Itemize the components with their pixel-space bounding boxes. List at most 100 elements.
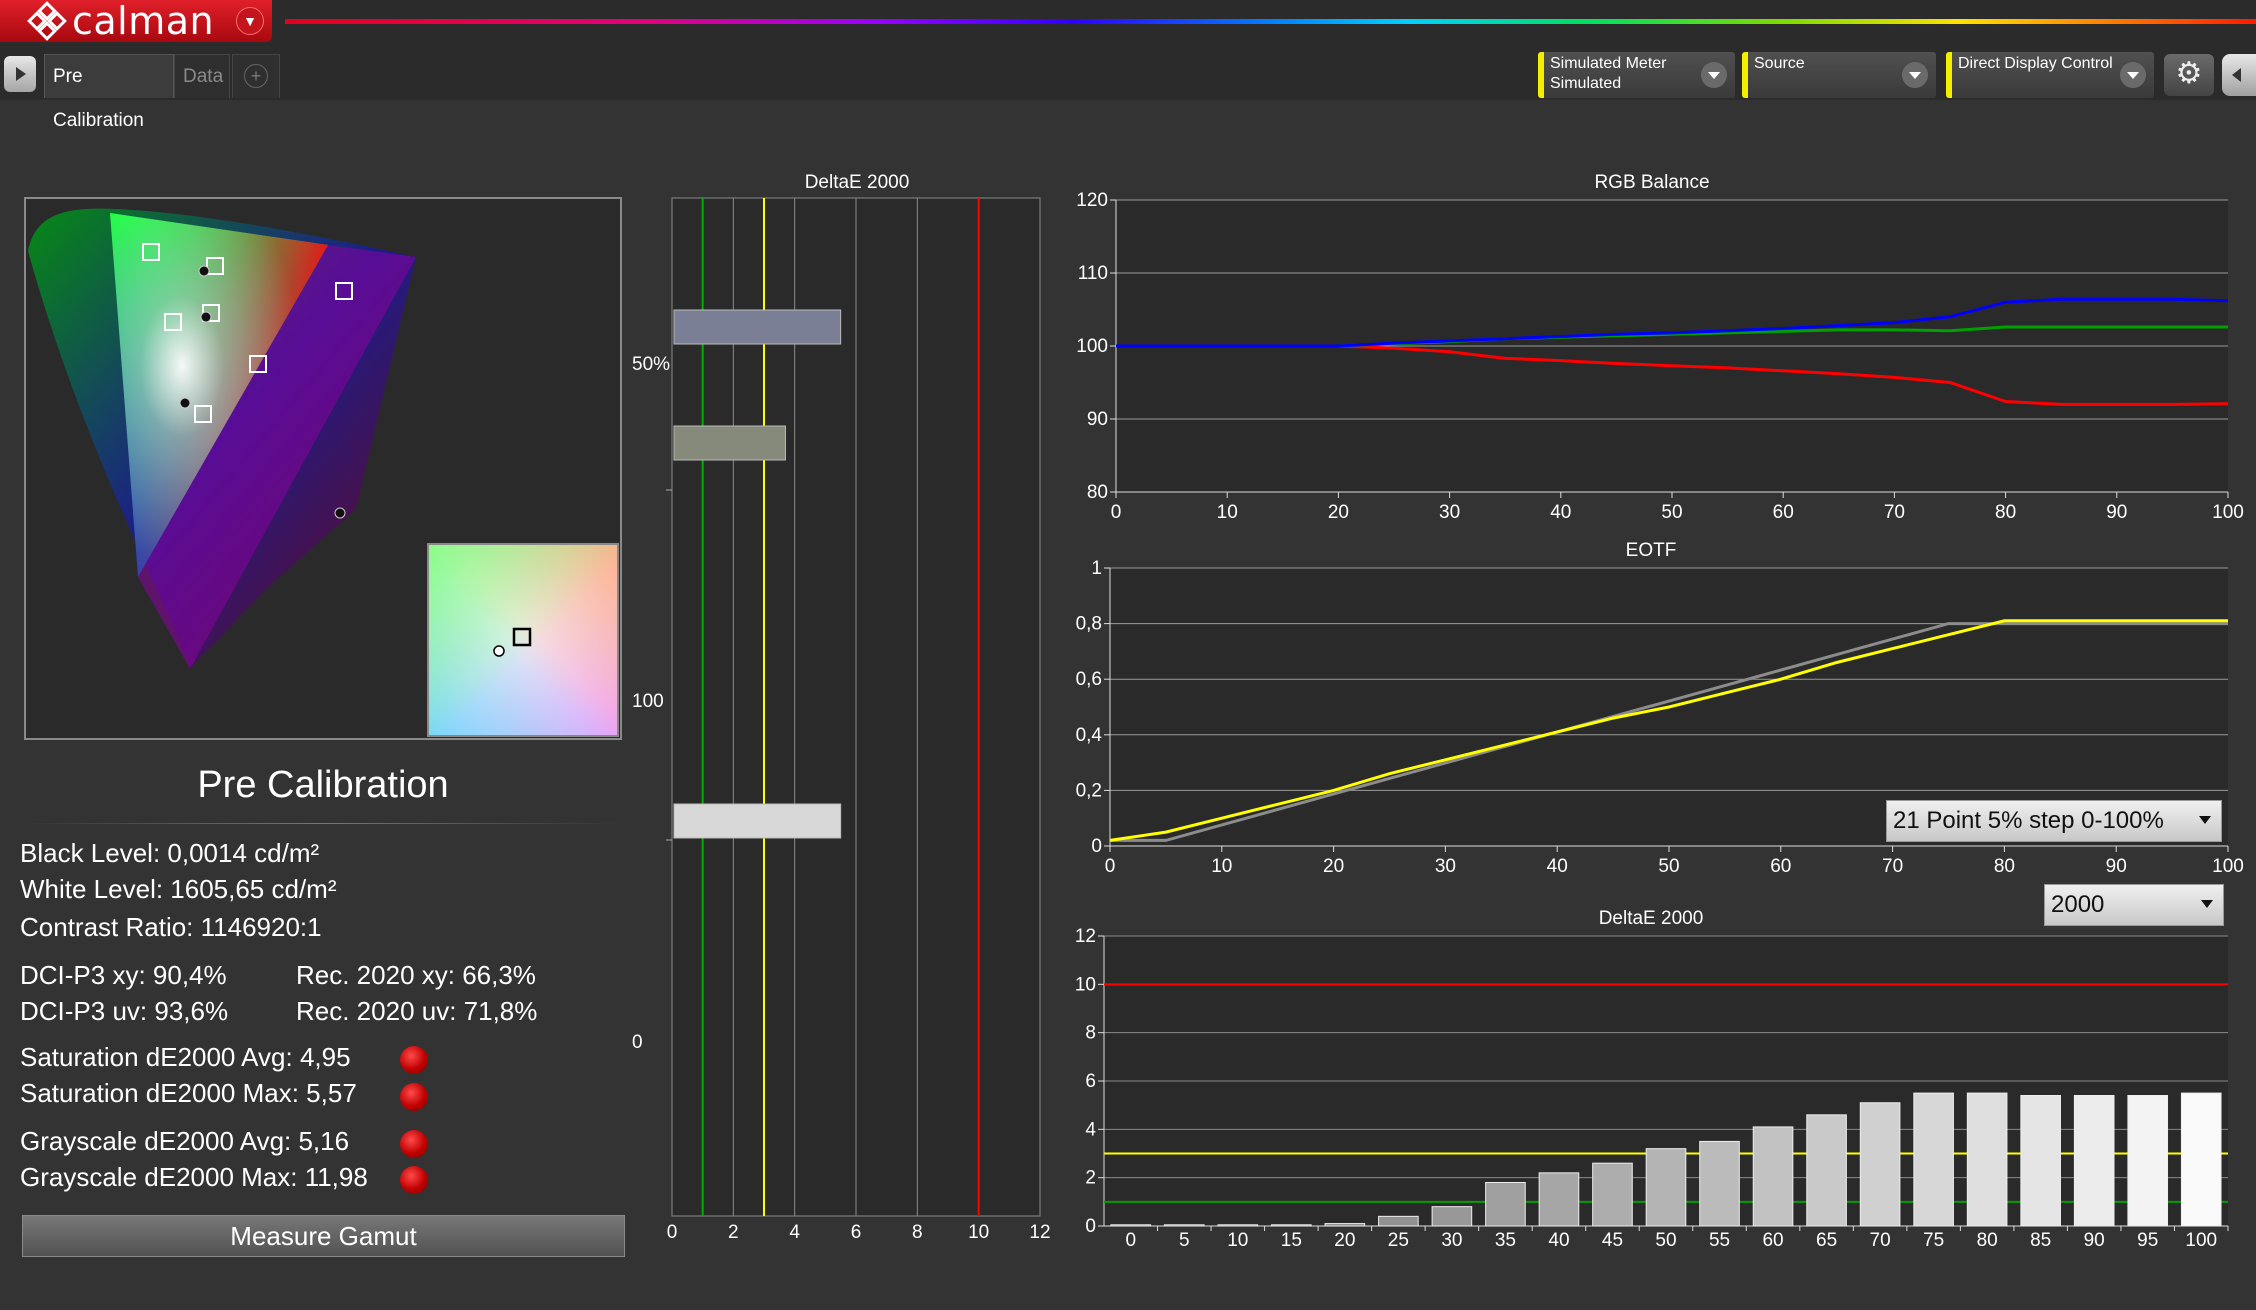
y-tick-label: 10 — [1075, 974, 1096, 995]
x-tick-label: 0 — [667, 1222, 678, 1243]
y-tick-label: 6 — [1085, 1071, 1096, 1092]
x-tick-label: 100 — [2185, 1230, 2217, 1250]
app-menu-button[interactable]: ▼ — [236, 7, 264, 35]
grayscale-delta-bar — [1163, 1224, 1205, 1227]
y-tick-label: 0,2 — [1076, 780, 1102, 801]
delta-bar — [673, 425, 786, 461]
y-tick-label: 1 — [1091, 558, 1102, 579]
x-tick-label: 0 — [1111, 502, 1122, 523]
x-tick-label: 0 — [1125, 1230, 1136, 1250]
x-tick-label: 10 — [1227, 1230, 1248, 1250]
x-tick-label: 5 — [1179, 1230, 1190, 1250]
chevron-down-icon[interactable] — [1902, 62, 1928, 88]
display-label: Direct Display Control — [1958, 55, 2113, 72]
calman-logo[interactable]: calman ▼ — [0, 0, 272, 43]
x-tick-label: 80 — [1977, 1230, 1998, 1250]
black-level: Black Level: 0,0014 cd/m² — [20, 838, 320, 868]
red-status-dot-icon — [400, 1083, 428, 1111]
x-tick-label: 95 — [2137, 1230, 2158, 1250]
grayscale-delta-bar — [1592, 1162, 1633, 1227]
x-tick-label: 20 — [1334, 1230, 1355, 1250]
y-tick-label: 2 — [1085, 1168, 1096, 1189]
cie-measured-marker — [334, 507, 346, 519]
x-tick-label: 90 — [2106, 502, 2127, 523]
x-tick-label: 2 — [728, 1222, 739, 1243]
y-tick-label: 0,8 — [1076, 614, 1102, 635]
contrast-ratio: Contrast Ratio: 1146920:1 — [20, 912, 322, 942]
measure-gamut-button[interactable]: Measure Gamut — [22, 1215, 625, 1257]
meter-value: Simulated — [1550, 75, 1622, 92]
title-bar: calman ▼ — [0, 0, 2256, 46]
x-tick-label: 50 — [1655, 1230, 1676, 1250]
dci-p3-xy: DCI-P3 xy: 90,4% — [20, 960, 227, 990]
x-tick-label: 50 — [1661, 502, 1682, 523]
x-tick-label: 45 — [1602, 1230, 1623, 1250]
y-tick-label: 0 — [1085, 1216, 1096, 1237]
grayscale-delta-bar — [1806, 1114, 1847, 1227]
x-tick-label: 70 — [1882, 856, 1903, 877]
meter-label: Simulated Meter — [1550, 55, 1667, 72]
gear-icon[interactable]: ⚙ — [2164, 54, 2214, 96]
grayscale-delta-bar — [1538, 1172, 1580, 1227]
y-tick-label: 0,6 — [1076, 669, 1102, 690]
x-tick-label: 20 — [1323, 856, 1344, 877]
x-tick-label: 60 — [1762, 1230, 1783, 1250]
x-tick-label: 90 — [2084, 1230, 2105, 1250]
grayscale-delta-bar — [2180, 1092, 2222, 1227]
cie-measured-marker — [200, 311, 212, 323]
x-tick-label: 10 — [1217, 502, 1238, 523]
delta-vertical-chart: 0 2 4 6 8 10 12 50% 100 0 — [632, 197, 1051, 1243]
calman-logo-icon — [27, 1, 67, 41]
grayscale-delta-bar — [2073, 1095, 2115, 1227]
y-tick-label: 110 — [1078, 263, 1108, 284]
meter-selector[interactable]: Simulated Meter Simulated — [1538, 52, 1735, 98]
y-tick-label: 12 — [1075, 926, 1096, 947]
red-status-dot-icon — [400, 1130, 428, 1158]
white-level: White Level: 1605,65 cd/m² — [20, 874, 337, 904]
red-status-dot-icon — [400, 1046, 428, 1074]
source-selector[interactable]: Source — [1742, 52, 1936, 98]
x-tick-label: 4 — [789, 1222, 800, 1243]
x-tick-label: 20 — [1328, 502, 1349, 523]
x-tick-label: 40 — [1548, 1230, 1569, 1250]
y-tick-label: 0,4 — [1076, 725, 1103, 746]
x-tick-label: 55 — [1709, 1230, 1730, 1250]
add-tab-button[interactable]: + — [232, 54, 280, 98]
dci-p3-uv: DCI-P3 uv: 93,6% — [20, 996, 229, 1026]
plus-icon: + — [244, 64, 268, 88]
saturation-max: Saturation dE2000 Max: 5,57 — [20, 1078, 357, 1108]
x-tick-label: 80 — [1995, 502, 2016, 523]
grayscale-delta-bar — [1699, 1140, 1740, 1227]
red-status-dot-icon — [400, 1166, 428, 1194]
rgb-balance-chart: 80 90 100 110 120 0 10 20 30 40 50 60 70 80 90 100 — [1076, 190, 2244, 523]
x-tick-label: 65 — [1816, 1230, 1837, 1250]
grayscale-delta-bar — [1966, 1092, 2008, 1227]
tab-data[interactable]: Data — [174, 54, 230, 98]
grayscale-delta-bar — [1485, 1182, 1526, 1227]
eotf-select-value: 21 Point 5% step 0-100% — [1893, 807, 2164, 834]
delta-bar — [673, 803, 842, 839]
x-tick-label: 35 — [1495, 1230, 1516, 1250]
grayscale-avg: Grayscale dE2000 Avg: 5,16 — [20, 1126, 350, 1156]
eotf-point-select[interactable]: 21 Point 5% step 0-100% — [1886, 800, 2222, 842]
x-tick-label: 30 — [1439, 502, 1460, 523]
x-tick-label: 85 — [2030, 1230, 2051, 1250]
logo-text: calman — [72, 0, 215, 43]
saturation-avg: Saturation dE2000 Avg: 4,95 — [20, 1042, 351, 1072]
x-tick-label: 70 — [1870, 1230, 1891, 1250]
collapse-panel-button[interactable] — [2222, 54, 2256, 96]
chevron-down-icon[interactable] — [2120, 62, 2146, 88]
display-selector[interactable]: Direct Display Control — [1946, 52, 2154, 98]
play-button[interactable] — [4, 56, 36, 92]
x-tick-label: 10 — [968, 1222, 989, 1243]
grayscale-delta-bar — [2127, 1095, 2169, 1227]
grayscale-delta-bar — [2020, 1095, 2061, 1227]
x-tick-label: 0 — [1105, 856, 1116, 877]
x-tick-label: 40 — [1550, 502, 1571, 523]
chevron-down-icon[interactable] — [1701, 62, 1727, 88]
delta-bar — [673, 309, 842, 345]
rainbow-bar — [285, 19, 2256, 24]
tab-pre-calibration[interactable]: Pre Calibration — [44, 54, 174, 131]
x-tick-label: 25 — [1388, 1230, 1409, 1250]
x-tick-label: 12 — [1029, 1222, 1050, 1243]
